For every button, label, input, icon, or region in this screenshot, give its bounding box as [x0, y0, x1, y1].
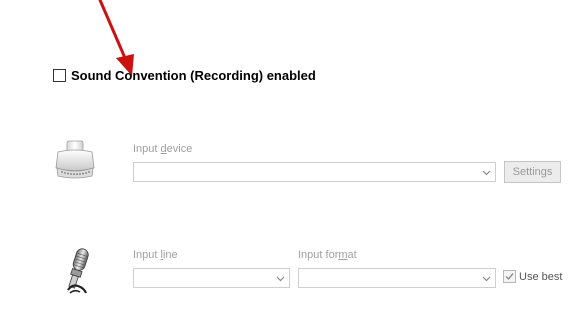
sound-convention-label: Sound Convention (Recording) enabled: [71, 67, 316, 83]
usb-connector-icon: [52, 138, 98, 184]
sound-convention-checkbox[interactable]: [53, 68, 66, 82]
chevron-down-icon: [482, 276, 491, 282]
sound-convention-toggle[interactable]: Sound Convention (Recording) enabled: [53, 66, 316, 84]
use-best-toggle[interactable]: Use best: [503, 270, 562, 283]
microphone-icon: [58, 246, 96, 296]
input-format-label: Input format: [298, 249, 357, 261]
input-line-label: Input line: [133, 249, 178, 261]
settings-button[interactable]: Settings: [504, 161, 561, 183]
input-device-label: Input device: [133, 143, 193, 155]
use-best-label: Use best: [519, 270, 563, 283]
recording-settings-panel: Sound Convention (Recording) enabled Inp…: [0, 0, 578, 323]
use-best-checkbox[interactable]: [503, 270, 516, 283]
checkmark-icon: [505, 273, 514, 281]
chevron-down-icon: [276, 276, 285, 282]
chevron-down-icon: [482, 170, 491, 176]
input-line-select[interactable]: [133, 268, 290, 288]
input-format-select[interactable]: [298, 268, 496, 288]
input-device-select[interactable]: [133, 162, 496, 182]
